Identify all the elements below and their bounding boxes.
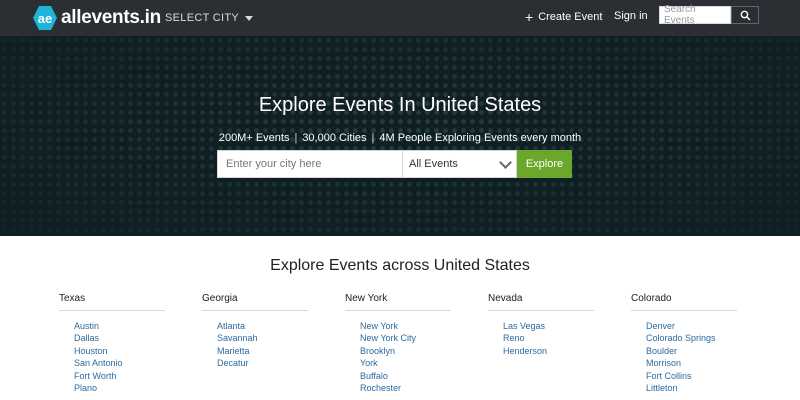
city-link[interactable]: Fort Collins <box>646 370 737 382</box>
city-link[interactable]: Houston <box>74 345 165 357</box>
caret-down-icon <box>245 16 254 21</box>
city-link[interactable]: Denver <box>646 320 737 332</box>
hero-title: Explore Events In United States <box>258 94 542 116</box>
search-button[interactable] <box>731 6 759 24</box>
city-list: New York New York City Brooklyn York Buffalo… <box>360 320 451 394</box>
stat-cities: 30,000 Cities <box>302 132 367 144</box>
top-nav-bar: ae allevents.in SELECT CITY + Create Eve… <box>0 0 800 38</box>
city-link[interactable]: Marietta <box>217 345 308 357</box>
stat-separator: | <box>294 132 298 144</box>
state-column: Texas Austin Dallas Houston San Antonio Fort … <box>59 293 165 394</box>
state-column: Colorado Denver Colorado Springs Boulder Mor… <box>631 293 737 394</box>
city-link[interactable]: Colorado Springs <box>646 332 737 344</box>
explore-button[interactable]: Explore <box>517 150 572 178</box>
city-link[interactable]: Littleton <box>646 382 737 394</box>
stat-people: 4M People Exploring Events every month <box>379 132 582 144</box>
city-link[interactable]: Henderson <box>503 345 594 357</box>
city-link[interactable]: Austin <box>74 320 165 332</box>
city-link[interactable]: Las Vegas <box>503 320 594 332</box>
city-link[interactable]: Dallas <box>74 332 165 344</box>
city-link[interactable]: Brooklyn <box>360 345 451 357</box>
sign-in-link[interactable]: Sign in <box>614 10 648 22</box>
city-link[interactable]: Buffalo <box>360 370 451 382</box>
city-link[interactable]: York <box>360 357 451 369</box>
state-heading: Colorado <box>631 293 737 311</box>
city-link[interactable]: Boulder <box>646 345 737 357</box>
hero-stats: 200M+ Events | 30,000 Cities | 4M People Exp… <box>0 132 800 144</box>
logo-badge-icon: ae <box>33 6 57 30</box>
search-input[interactable]: Search Events <box>659 4 731 26</box>
city-list: Denver Colorado Springs Boulder Morrison For… <box>646 320 737 394</box>
city-link[interactable]: Plano <box>74 382 165 394</box>
city-link[interactable]: San Antonio <box>74 357 165 369</box>
city-list: Las Vegas Reno Henderson <box>503 320 594 357</box>
city-link[interactable]: New York <box>360 320 451 332</box>
hero-search-form: Enter your city here All Events Explore <box>217 150 572 178</box>
select-city-label: SELECT CITY <box>165 12 240 24</box>
city-link[interactable]: Morrison <box>646 357 737 369</box>
city-list: Austin Dallas Houston San Antonio Fort Worth… <box>74 320 165 394</box>
city-link[interactable]: Atlanta <box>217 320 308 332</box>
logo-text: allevents.in <box>61 7 161 28</box>
plus-icon: + <box>525 9 534 25</box>
event-type-select[interactable]: All Events <box>403 150 517 178</box>
event-type-value: All Events <box>409 158 458 170</box>
city-input[interactable]: Enter your city here <box>217 150 403 178</box>
site-logo[interactable]: ae allevents.in <box>33 6 161 30</box>
search-icon <box>740 10 750 20</box>
city-link[interactable]: New York City <box>360 332 451 344</box>
state-heading: Nevada <box>488 293 594 311</box>
hero-banner: Explore Events In United States 200M+ Ev… <box>0 36 800 236</box>
stat-events: 200M+ Events <box>218 132 290 144</box>
state-heading: Georgia <box>202 293 308 311</box>
state-heading: New York <box>345 293 451 311</box>
city-link[interactable]: Savannah <box>217 332 308 344</box>
state-column: New York New York New York City Brooklyn Yor… <box>345 293 451 394</box>
create-event-label: Create Event <box>538 11 603 23</box>
state-column: Georgia Atlanta Savannah Marietta Decatur <box>202 293 308 370</box>
city-link[interactable]: Decatur <box>217 357 308 369</box>
section-title: Explore Events across United States <box>270 257 530 274</box>
stat-separator: | <box>371 132 375 144</box>
state-heading: Texas <box>59 293 165 311</box>
state-column: Nevada Las Vegas Reno Henderson <box>488 293 594 357</box>
city-link[interactable]: Reno <box>503 332 594 344</box>
logo-mark: ae <box>37 10 53 26</box>
city-link[interactable]: Rochester <box>360 382 451 394</box>
city-link[interactable]: Fort Worth <box>74 370 165 382</box>
chevron-down-icon <box>499 156 512 169</box>
select-city-dropdown[interactable]: SELECT CITY <box>165 12 254 24</box>
create-event-link[interactable]: + Create Event <box>525 10 602 24</box>
city-list: Atlanta Savannah Marietta Decatur <box>217 320 308 370</box>
